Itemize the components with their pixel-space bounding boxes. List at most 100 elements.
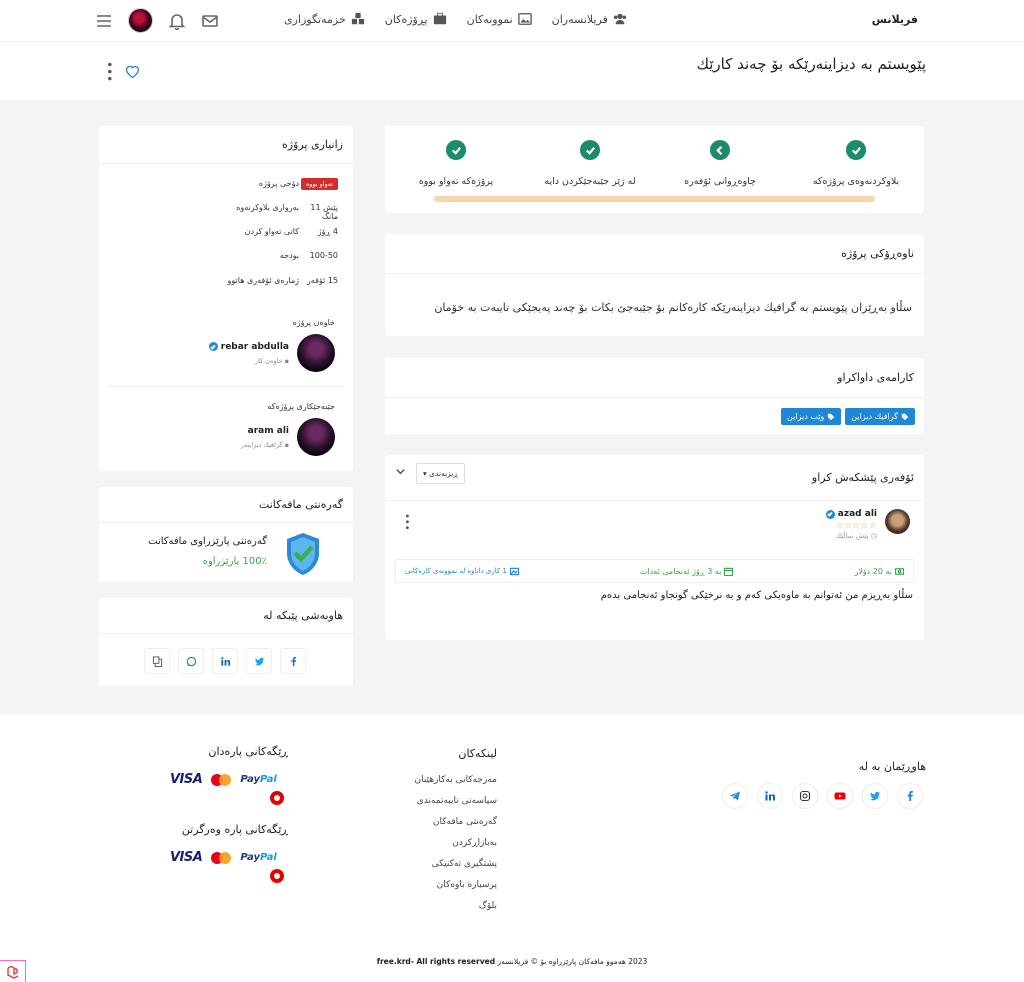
info-key: بودجە xyxy=(279,251,299,260)
copy-link-button[interactable] xyxy=(144,648,170,674)
offer-price-label: بە 20 دۆلار xyxy=(854,566,892,576)
services-icon xyxy=(351,12,364,25)
footer-link[interactable]: بەبازاڕکردن xyxy=(414,838,497,848)
user-avatar[interactable] xyxy=(128,8,153,33)
offer-portfolio-link[interactable]: 1 کاری داناوە لە نموونەی کارەکانی xyxy=(405,567,519,576)
nav-portfolio[interactable]: نموونەکان xyxy=(467,12,532,26)
share-whatsapp-button[interactable] xyxy=(178,648,204,674)
paypal-logo-a: Pay xyxy=(240,852,260,863)
heart-icon[interactable] xyxy=(124,63,141,80)
offer-author-avatar[interactable] xyxy=(885,509,910,534)
copyright-brand[interactable]: free.krd xyxy=(377,957,411,966)
guarantee-line1: گەرەنتی پارێزراوی مافەکانت xyxy=(148,536,267,547)
visa-logo: VISA xyxy=(170,772,203,787)
footer-link[interactable]: گەرەنتی مافەکان xyxy=(414,817,497,827)
footer-link[interactable]: پشتگیری تەکنیکی xyxy=(414,859,497,869)
facebook-icon xyxy=(907,791,913,801)
info-value: تەواو بووە xyxy=(299,178,338,190)
skill-tag[interactable]: وێب دیزاین xyxy=(781,408,842,425)
share-facebook-button[interactable] xyxy=(280,648,306,674)
paypal-logo: PayPal xyxy=(240,852,277,863)
bell-icon[interactable] xyxy=(168,12,186,30)
footer-link[interactable]: مەرجەکانی بەکارهێنان xyxy=(414,775,497,785)
description-text: سڵاو بەڕێزان پێویستم بە گرافیك دیزاینەرێ… xyxy=(434,301,912,314)
project-owner: rebar abdulla ▪ خاوەن کار xyxy=(208,334,335,372)
image-icon xyxy=(509,567,519,575)
step-completed: پرۆژەکە تەواو بووە xyxy=(396,140,516,188)
owner-name-row: rebar abdulla xyxy=(208,342,289,352)
offer-more-icon[interactable]: ••• xyxy=(401,513,412,531)
mail-icon[interactable] xyxy=(201,12,219,30)
brand-logo[interactable]: فریلانس xyxy=(872,13,918,26)
share-twitter-button[interactable] xyxy=(246,648,272,674)
copy-icon xyxy=(152,655,162,667)
offer-price: بە 20 دۆلار xyxy=(854,567,904,576)
offer-portfolio-label: 1 کاری داناوە لە نموونەی کارەکانی xyxy=(405,567,507,575)
info-value: 4 ڕۆژ xyxy=(317,227,338,236)
social-youtube-button[interactable] xyxy=(827,783,853,809)
social-links xyxy=(722,783,923,809)
sort-dropdown[interactable]: ڕیزبەندی ▾ xyxy=(416,463,465,484)
social-instagram-button[interactable] xyxy=(792,783,818,809)
skill-tag[interactable]: گرافیك دیزاین xyxy=(845,408,915,425)
site-footer: هاوڕێمان بە لە لینکەکان مەرجەکانی بەکاره… xyxy=(0,714,1024,982)
info-row-published: بەرواری بلاوکرنەوە پێش 11 مانگ xyxy=(209,203,338,221)
social-linkedin-button[interactable] xyxy=(757,783,783,809)
menu-icon[interactable] xyxy=(95,12,113,30)
nav-freelancers[interactable]: فریلانسەران xyxy=(552,12,627,26)
chevron-down-icon[interactable] xyxy=(395,466,406,477)
owner-avatar[interactable] xyxy=(297,334,335,372)
framework-logo xyxy=(0,960,26,982)
info-row-status: دۆخی پرۆژە تەواو بووە xyxy=(209,178,338,190)
rating-stars: ☆☆☆☆☆ xyxy=(836,521,877,530)
footer-link[interactable]: بلۆگ xyxy=(414,901,497,911)
social-twitter-button[interactable] xyxy=(862,783,888,809)
youtube-icon xyxy=(834,792,846,800)
briefcase-icon xyxy=(433,12,446,25)
social-telegram-button[interactable] xyxy=(722,783,748,809)
skill-label: وێب دیزاین xyxy=(787,412,825,421)
step-label: پرۆژەکە تەواو بووە xyxy=(418,176,494,187)
share-card: هاوبەشی پێبکە لە xyxy=(99,598,353,686)
follow-heading: هاوڕێمان بە لە xyxy=(858,760,926,773)
sort-label: ڕیزبەندی xyxy=(429,469,458,478)
executor-name[interactable]: aram ali xyxy=(248,426,289,436)
users-icon xyxy=(613,13,626,25)
skills-heading: کارامەی داواکراو xyxy=(385,358,924,398)
share-heading: هاوبەشی پێبکە لە xyxy=(99,598,353,634)
social-facebook-button[interactable] xyxy=(897,783,923,809)
project-progress-card: بلاوکردنەوەی پرۆژەکە چاوەڕوانی ئۆفەرە لە… xyxy=(385,126,924,213)
offers-heading: ئۆفەری پێشکەش کراو xyxy=(385,455,924,501)
offer-author-name[interactable]: azad ali xyxy=(838,509,877,519)
paypal-logo: PayPal xyxy=(240,774,277,785)
clock-icon: ◷ xyxy=(870,532,877,540)
guarantee-heading: گەرەنتی مافەکانت xyxy=(99,487,353,523)
step-awaiting-offers: چاوەڕوانی ئۆفەرە xyxy=(660,140,780,188)
owner-name[interactable]: rebar abdulla xyxy=(221,342,289,352)
executor-avatar[interactable] xyxy=(297,418,335,456)
verified-icon xyxy=(208,342,218,351)
paypal-logo-b: Pal xyxy=(259,774,277,785)
nav-projects[interactable]: پڕۆژەکان xyxy=(385,12,447,26)
info-key: بەرواری بلاوکرنەوە xyxy=(236,203,299,212)
executor-role-label: گرافیك دیزاینەر xyxy=(240,440,283,449)
executor-role: ▪ گرافیك دیزاینەر xyxy=(241,441,289,449)
offer-time-label: پێش ساڵێك xyxy=(835,532,869,540)
briefcase-icon: ▪ xyxy=(284,440,289,449)
user-controls xyxy=(95,8,219,33)
footer-link[interactable]: سیاسەتی تایبەتمەندی xyxy=(414,796,497,806)
nav-label: نموونەکان xyxy=(466,12,513,26)
offer-author-name-row: azad ali xyxy=(825,509,877,519)
share-linkedin-button[interactable] xyxy=(212,648,238,674)
more-options-icon[interactable]: ••• xyxy=(102,61,116,82)
guarantee-line2: 100٪ پارێزراوە xyxy=(202,556,267,567)
progress-fill xyxy=(434,196,875,202)
offer-author: azad ali ☆☆☆☆☆ ◷ پێش ساڵێك xyxy=(825,509,910,540)
step-label: لە ژێر جێبەجێکردن دایە xyxy=(544,176,636,187)
status-badge: تەواو بووە xyxy=(300,178,338,190)
nav-services[interactable]: خزمەتگوزاری xyxy=(284,12,365,26)
vodafone-logo xyxy=(270,791,284,805)
footer-link[interactable]: پرسیارە باوەکان xyxy=(414,880,497,890)
offer-time: ◷ پێش ساڵێك xyxy=(826,532,877,540)
nav-label: پڕۆژەکان xyxy=(384,12,428,26)
